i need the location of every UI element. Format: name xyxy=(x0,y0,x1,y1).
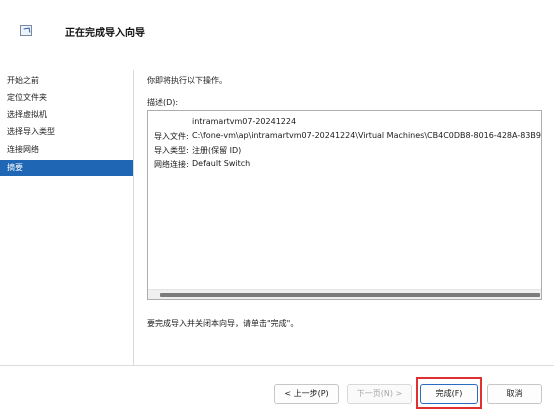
summary-row-value: C:\fone-vm\ap\intramartvm07-20241224\Vir… xyxy=(192,131,541,140)
footer-divider xyxy=(0,365,554,366)
summary-row-label: 导入文件: xyxy=(154,132,189,141)
scrollbar-thumb[interactable] xyxy=(160,293,540,297)
sidebar-item-summary[interactable]: 摘要 xyxy=(0,160,133,176)
summary-row-value: Default Switch xyxy=(192,159,251,168)
sidebar-item-import-type[interactable]: 选择导入类型 xyxy=(0,124,133,140)
description-label: 描述(D): xyxy=(147,98,179,107)
summary-row-label: 网络连接: xyxy=(154,160,189,169)
page-title: 正在完成导入向导 xyxy=(65,28,145,39)
sidebar-divider xyxy=(133,70,134,365)
previous-button[interactable]: < 上一步(P) xyxy=(274,384,339,404)
description-textbox[interactable]: intramartvm07-20241224 导入文件: C:\fone-vm\… xyxy=(147,110,542,300)
wizard-steps-sidebar: 开始之前 定位文件夹 选择虚拟机 选择导入类型 连接网络 摘要 xyxy=(0,70,133,365)
finish-button[interactable]: 完成(F) xyxy=(420,384,478,404)
wizard-icon xyxy=(20,25,32,36)
summary-vm-name: intramartvm07-20241224 xyxy=(192,117,297,126)
sidebar-item-before-you-begin[interactable]: 开始之前 xyxy=(0,73,133,89)
sidebar-item-locate-folder[interactable]: 定位文件夹 xyxy=(0,90,133,106)
sidebar-item-connect-network[interactable]: 连接网络 xyxy=(0,142,133,158)
summary-row-value: 注册(保留 ID) xyxy=(192,146,242,155)
summary-row-label: 导入类型: xyxy=(154,146,189,155)
intro-text: 你即将执行以下操作。 xyxy=(147,76,227,85)
sidebar-item-select-vm[interactable]: 选择虚拟机 xyxy=(0,107,133,123)
cancel-button[interactable]: 取消 xyxy=(487,384,542,404)
finish-instruction: 要完成导入并关闭本向导，请单击"完成"。 xyxy=(147,319,299,328)
horizontal-scrollbar[interactable] xyxy=(148,289,541,299)
next-button[interactable]: 下一页(N) > xyxy=(347,384,412,404)
wizard-header: 正在完成导入向导 xyxy=(0,0,554,64)
